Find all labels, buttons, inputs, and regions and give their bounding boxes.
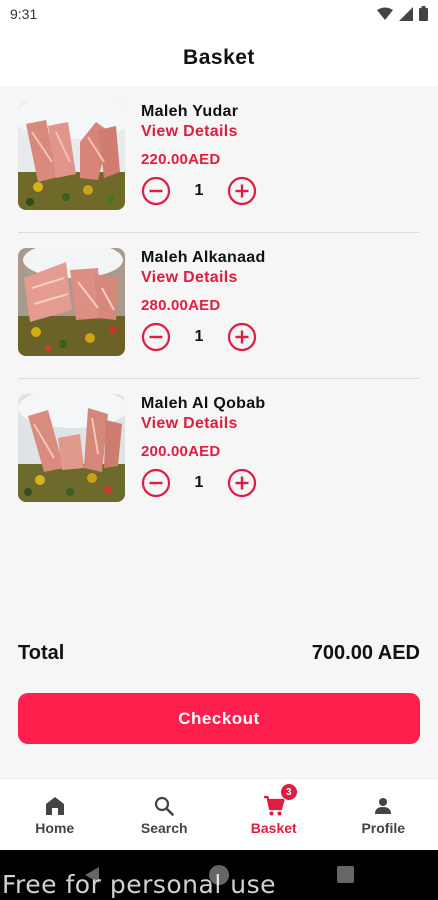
home-icon — [45, 797, 64, 815]
minus-circle-icon[interactable] — [141, 322, 171, 352]
minus-circle-icon[interactable] — [141, 176, 171, 206]
quantity-stepper: 1 — [141, 176, 257, 206]
basket-item: Maleh Al Qobab View Details 200.00AED 1 — [18, 378, 420, 524]
basket-count-badge: 3 — [280, 784, 297, 800]
total-row: Total 700.00 AED — [18, 642, 420, 665]
person-icon — [375, 798, 392, 814]
product-price: 200.00AED — [141, 443, 221, 460]
status-bar: 9:31 — [0, 0, 438, 30]
quantity-value: 1 — [194, 182, 204, 199]
product-image[interactable] — [18, 248, 125, 356]
product-name: Maleh Alkanaad — [141, 249, 266, 266]
nav-item-profile[interactable]: Profile — [329, 779, 438, 850]
app-header: Basket — [0, 30, 438, 86]
status-icons — [377, 6, 428, 21]
plus-circle-icon[interactable] — [227, 468, 257, 498]
nav-label-search: Search — [140, 820, 188, 836]
quantity-value: 1 — [194, 474, 204, 491]
plus-circle-icon[interactable] — [227, 322, 257, 352]
total-label: Total — [18, 642, 65, 664]
quantity-stepper: 1 — [141, 322, 257, 352]
bottom-nav: Home Search 3 Basket Profile — [0, 778, 438, 850]
product-price: 280.00AED — [141, 297, 221, 314]
nav-item-search[interactable]: Search — [110, 779, 220, 850]
nav-label-profile: Profile — [361, 820, 406, 836]
checkout-button[interactable]: Checkout — [18, 693, 420, 744]
nav-label-basket: Basket — [250, 820, 297, 836]
view-details-link[interactable]: View Details — [141, 269, 238, 287]
view-details-link[interactable]: View Details — [141, 123, 238, 141]
search-icon — [155, 796, 175, 816]
plus-circle-icon[interactable] — [227, 176, 257, 206]
view-details-link[interactable]: View Details — [141, 415, 238, 433]
watermark-text: Free for personal use — [2, 870, 276, 899]
minus-circle-icon[interactable] — [141, 468, 171, 498]
basket-item: Maleh Yudar View Details 220.00AED 1 — [18, 86, 420, 232]
total-value: 700.00 AED — [311, 642, 420, 664]
product-name: Maleh Al Qobab — [141, 395, 266, 412]
product-name: Maleh Yudar — [141, 103, 239, 120]
nav-label-home: Home — [35, 820, 75, 836]
product-image[interactable] — [18, 102, 125, 210]
page-title: Basket — [183, 46, 255, 69]
cart-icon — [263, 795, 285, 816]
wifi-icon — [377, 7, 393, 20]
battery-icon — [419, 6, 428, 21]
signal-icon — [399, 6, 413, 21]
product-price: 220.00AED — [141, 151, 221, 168]
recent-apps-icon[interactable] — [337, 866, 354, 883]
nav-item-home[interactable]: Home — [0, 779, 110, 850]
quantity-stepper: 1 — [141, 468, 257, 498]
product-image[interactable] — [18, 394, 125, 502]
quantity-value: 1 — [194, 328, 204, 345]
status-time: 9:31 — [10, 6, 38, 22]
basket-item: Maleh Alkanaad View Details 280.00AED 1 — [18, 232, 420, 378]
nav-item-basket[interactable]: 3 Basket — [219, 779, 329, 850]
